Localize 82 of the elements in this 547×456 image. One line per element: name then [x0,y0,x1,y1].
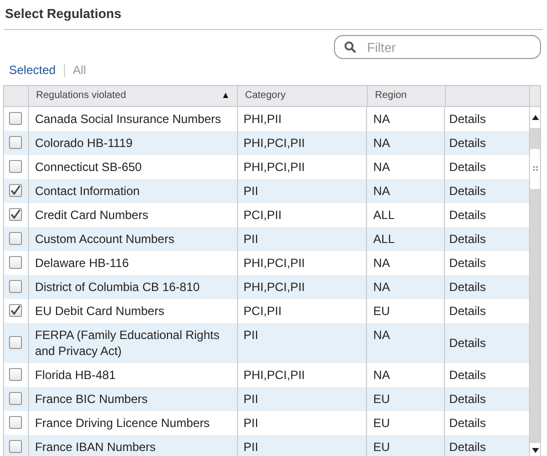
regulation-name: Delaware HB-116 [34,256,129,270]
row-checkbox[interactable] [9,256,22,269]
region-cell: NA [373,280,390,294]
category-cell: PII [244,184,258,198]
search-icon [344,41,356,53]
section-title: Select Regulations [5,6,122,21]
details-link[interactable]: Details [449,390,486,408]
regulation-name: Canada Social Insurance Numbers [34,112,222,126]
details-link[interactable]: Details [449,134,486,152]
category-cell: PII [244,328,258,342]
row-checkbox[interactable] [9,416,22,429]
scroll-up-icon[interactable] [532,114,538,120]
region-cell: NA [373,184,390,198]
sort-indicator: ▲ [221,88,230,102]
regulation-name: Colorado HB-1119 [34,136,133,150]
details-link[interactable]: Details [449,182,486,200]
region-cell: NA [373,112,390,126]
category-cell: PHI,PII [244,112,282,126]
regulation-name: EU Debit Card Numbers [34,304,164,318]
category-cell: PHI,PCI,PII [244,368,305,382]
category-cell: PII [244,232,258,246]
regulation-name: Custom Account Numbers [34,232,174,246]
details-link[interactable]: Details [449,206,486,224]
row-checkbox[interactable] [9,280,22,293]
row-checkbox[interactable] [9,112,22,125]
row-checkbox[interactable] [9,160,22,173]
region-cell: ALL [373,232,395,246]
scrollbar[interactable] [529,106,540,456]
row-checkbox[interactable] [9,232,22,245]
region-cell: NA [373,136,390,150]
row-checkbox[interactable] [9,208,22,221]
row-checkbox[interactable] [9,440,22,453]
filter-field[interactable]: Filter [334,35,541,59]
row-checkbox[interactable] [9,392,22,405]
row-checkbox[interactable] [9,304,22,317]
category-cell: PHI,PCI,PII [244,160,305,174]
regulation-name: District of Columbia CB 16-810 [34,280,200,294]
region-cell: NA [373,368,390,382]
region-cell: EU [373,440,390,454]
details-link[interactable]: Details [449,438,486,456]
details-link[interactable]: Details [449,366,486,384]
details-link[interactable]: Details [449,254,486,272]
region-cell: EU [373,392,390,406]
details-link[interactable]: Details [449,414,486,432]
category-cell: PCI,PII [244,304,282,318]
category-cell: PCI,PII [244,208,282,222]
category-cell: PII [244,392,258,406]
details-link[interactable]: Details [449,302,486,320]
regulation-name: France IBAN Numbers [34,440,156,454]
column-header[interactable]: Regulations violated ▲ [29,86,238,106]
regulation-name: Credit Card Numbers [34,208,148,222]
category-cell: PHI,PCI,PII [244,280,305,294]
regulation-name: France BIC Numbers [34,392,148,406]
region-cell: EU [373,304,390,318]
regulation-name: Florida HB-481 [34,368,116,382]
regulation-name: France Driving Licence Numbers [34,416,210,430]
details-link[interactable]: Details [449,334,486,352]
details-link[interactable]: Details [449,110,486,128]
regulation-name: Contact Information [34,184,140,198]
row-checkbox[interactable] [9,336,22,349]
region-cell: ALL [373,208,395,222]
category-cell: PII [244,440,258,454]
details-link[interactable]: Details [449,230,486,248]
row-checkbox[interactable] [9,368,22,381]
details-link[interactable]: Details [449,158,486,176]
region-cell: EU [373,416,390,430]
row-checkbox[interactable] [9,136,22,149]
category-cell: PII [244,416,258,430]
region-cell: NA [373,328,390,342]
column-header[interactable]: Region [368,86,446,106]
scroll-down-icon[interactable] [532,448,538,453]
row-checkbox[interactable] [9,184,22,197]
category-cell: PHI,PCI,PII [244,256,305,270]
region-cell: NA [373,160,390,174]
region-cell: NA [373,256,390,270]
column-header[interactable]: Category [238,86,368,106]
details-link[interactable]: Details [449,278,486,296]
category-cell: PHI,PCI,PII [244,136,305,150]
regulation-name: FERPA (Family Educational Rights and Privacy Act) [34,328,220,358]
filter-tab[interactable]: Selected [9,61,56,79]
scrollbar-thumb[interactable] [530,148,540,188]
regulation-name: Connecticut SB-650 [34,160,142,174]
